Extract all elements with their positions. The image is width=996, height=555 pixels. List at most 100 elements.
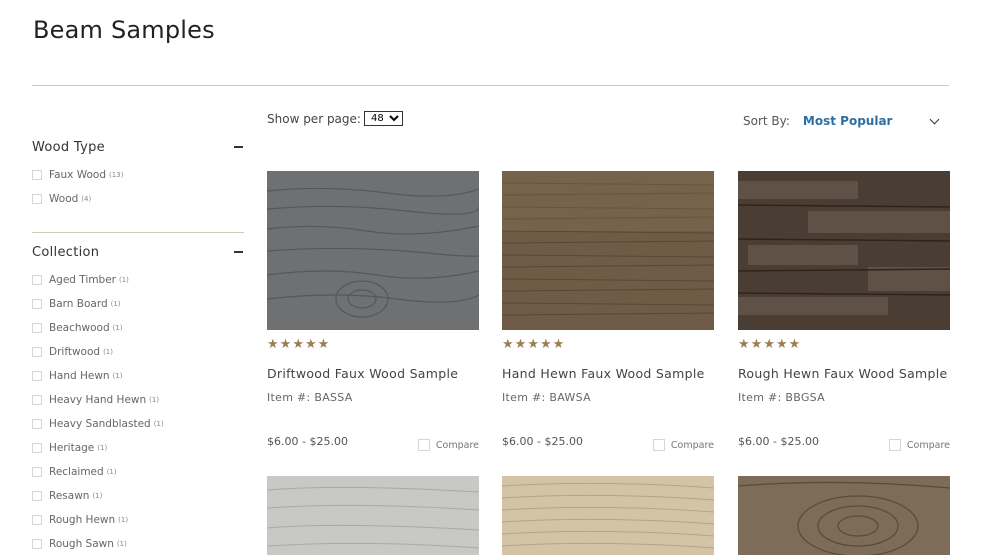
collapse-minus-icon[interactable] — [234, 146, 243, 148]
facet-item-label: Heavy Hand Hewn — [49, 394, 147, 406]
facet-header-collection[interactable]: Collection — [32, 242, 244, 262]
product-image[interactable] — [738, 171, 950, 330]
facet-item-label: Aged Timber — [49, 274, 116, 286]
compare-toggle[interactable]: Compare — [417, 439, 479, 451]
product-image[interactable] — [267, 476, 479, 555]
facet-collection: Collection Aged Timber (1) Barn Board (1) … — [32, 242, 244, 555]
facet-item-aged-timber[interactable]: Aged Timber (1) — [32, 268, 244, 292]
facet-item-driftwood[interactable]: Driftwood (1) — [32, 340, 244, 364]
rating-stars: ★ ★ ★ ★ ★ — [267, 338, 479, 352]
compare-toggle[interactable]: Compare — [652, 439, 714, 451]
product-card[interactable]: ★ ★ ★ ★ ★ Hand Hewn Faux Wood Sample Item #:… — [502, 171, 714, 461]
star-icon: ★ — [527, 337, 539, 352]
checkbox[interactable] — [652, 439, 665, 451]
compare-label: Compare — [906, 439, 950, 451]
checkbox[interactable] — [32, 170, 42, 180]
compare-toggle[interactable]: Compare — [888, 439, 950, 451]
checkbox[interactable] — [32, 467, 42, 477]
facet-title: Wood Type — [32, 139, 105, 155]
tone-overlay — [502, 171, 714, 231]
collapse-minus-icon[interactable] — [234, 251, 243, 253]
facet-item-count: (4) — [81, 195, 92, 203]
facet-title: Collection — [32, 244, 100, 260]
star-icon: ★ — [539, 337, 552, 352]
facet-item-beachwood[interactable]: Beachwood (1) — [32, 316, 244, 340]
star-icon: ★ — [514, 337, 527, 352]
sort-value[interactable]: Most Popular — [803, 114, 893, 128]
facet-item-label: Hand Hewn — [49, 370, 110, 382]
facet-item-faux-wood[interactable]: Faux Wood (13) — [32, 163, 244, 187]
facet-item-rough-sawn[interactable]: Rough Sawn (1) — [32, 532, 244, 555]
product-sku: Item #: BBGSA — [738, 391, 825, 404]
chevron-down-icon[interactable] — [929, 114, 940, 125]
facet-item-hand-hewn[interactable]: Hand Hewn (1) — [32, 364, 244, 388]
facet-item-label: Beachwood — [49, 322, 110, 334]
star-icon: ★ — [292, 337, 304, 352]
checkbox[interactable] — [888, 439, 901, 451]
compare-label: Compare — [435, 439, 479, 451]
product-image[interactable] — [502, 171, 714, 330]
facet-item-count: (1) — [92, 492, 103, 500]
checkbox[interactable] — [32, 443, 42, 453]
facet-item-count: (1) — [149, 396, 160, 404]
facet-divider — [32, 232, 244, 233]
product-sku: Item #: BASSA — [267, 391, 353, 404]
star-icon: ★ — [775, 337, 788, 352]
facet-item-label: Barn Board — [49, 298, 108, 310]
facet-item-count: (1) — [153, 420, 164, 428]
sort-label: Sort By: — [743, 114, 790, 128]
product-image[interactable] — [267, 171, 479, 330]
product-name[interactable]: Driftwood Faux Wood Sample — [267, 364, 479, 383]
checkbox[interactable] — [32, 275, 42, 285]
product-card[interactable]: ★ ★ ★ ★ ★ Driftwood Faux Wood Sample Item #:… — [267, 171, 479, 461]
hewn-plank — [738, 297, 888, 315]
checkbox[interactable] — [32, 347, 42, 357]
checkbox[interactable] — [32, 323, 42, 333]
per-page-select[interactable]: 48 — [363, 111, 403, 126]
facet-item-reclaimed[interactable]: Reclaimed (1) — [32, 460, 244, 484]
hewn-plank — [738, 181, 858, 199]
per-page-control: Show per page: 48 — [267, 111, 403, 126]
checkbox[interactable] — [32, 515, 42, 525]
checkbox[interactable] — [32, 491, 42, 501]
per-page-label: Show per page: — [267, 111, 361, 126]
facet-item-wood[interactable]: Wood (4) — [32, 187, 244, 211]
facet-header-wood-type[interactable]: Wood Type — [32, 137, 244, 157]
facet-item-rough-hewn[interactable]: Rough Hewn (1) — [32, 508, 244, 532]
star-icon: ★ — [304, 337, 317, 352]
sort-control[interactable]: Sort By: Most Popular — [743, 114, 892, 128]
facet-item-count: (1) — [103, 348, 113, 356]
star-icon: ★ — [738, 337, 750, 352]
facet-item-heavy-sandblasted[interactable]: Heavy Sandblasted (1) — [32, 412, 244, 436]
facet-item-label: Faux Wood — [49, 169, 106, 181]
checkbox[interactable] — [32, 419, 42, 429]
facet-item-label: Wood — [49, 193, 79, 205]
product-name[interactable]: Rough Hewn Faux Wood Sample — [738, 364, 950, 383]
checkbox[interactable] — [32, 539, 42, 549]
facet-item-count: (1) — [118, 516, 129, 524]
checkbox[interactable] — [32, 371, 42, 381]
facet-item-heavy-hand-hewn[interactable]: Heavy Hand Hewn (1) — [32, 388, 244, 412]
checkbox[interactable] — [32, 299, 42, 309]
facet-item-count: (1) — [116, 540, 127, 548]
rating-stars: ★ ★ ★ ★ ★ — [502, 338, 714, 352]
facet-item-label: Heritage — [49, 442, 95, 454]
wood-texture — [267, 171, 479, 330]
checkbox[interactable] — [417, 439, 430, 451]
facet-item-label: Driftwood — [49, 346, 101, 358]
facet-item-resawn[interactable]: Resawn (1) — [32, 484, 244, 508]
facet-list: Faux Wood (13) Wood (4) — [32, 163, 244, 211]
checkbox[interactable] — [32, 395, 42, 405]
product-image[interactable] — [502, 476, 714, 555]
star-icon: ★ — [750, 337, 763, 352]
wood-texture — [738, 476, 950, 555]
product-image[interactable] — [738, 476, 950, 555]
facet-wood-type: Wood Type Faux Wood (13) Wood (4) — [32, 137, 244, 211]
checkbox[interactable] — [32, 194, 42, 204]
product-price: $6.00 - $25.00 — [738, 435, 819, 448]
product-card[interactable]: ★ ★ ★ ★ ★ Rough Hewn Faux Wood Sample Item #… — [738, 171, 950, 461]
star-icon: ★ — [279, 337, 292, 352]
facet-item-barn-board[interactable]: Barn Board (1) — [32, 292, 244, 316]
facet-item-heritage[interactable]: Heritage (1) — [32, 436, 244, 460]
product-name[interactable]: Hand Hewn Faux Wood Sample — [502, 364, 714, 383]
